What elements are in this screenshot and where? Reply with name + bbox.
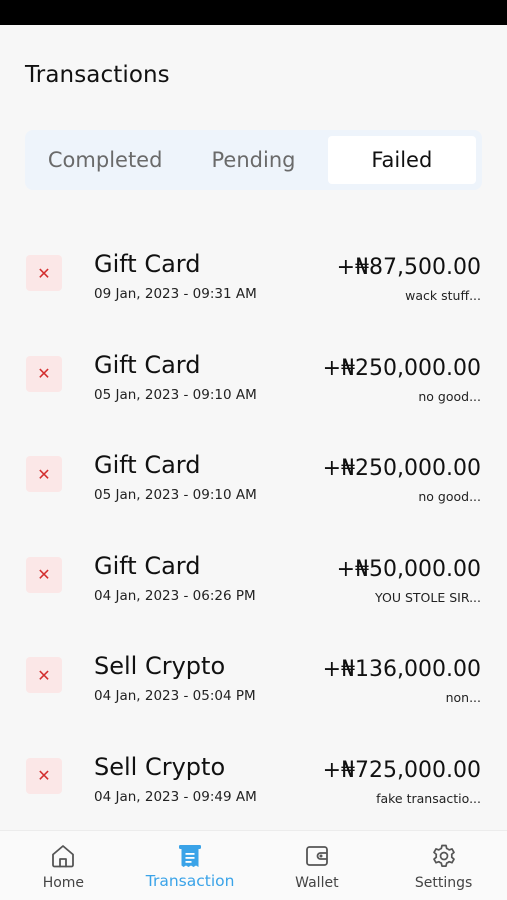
page-title: Transactions xyxy=(25,62,170,88)
transaction-row[interactable]: ✕ Gift Card 05 Jan, 2023 - 09:10 AM +₦25… xyxy=(0,431,507,532)
transaction-note: no good... xyxy=(418,489,481,504)
transaction-date: 05 Jan, 2023 - 09:10 AM xyxy=(94,386,257,403)
gear-icon xyxy=(430,842,458,870)
home-icon xyxy=(49,842,77,870)
transaction-amount: +₦136,000.00 xyxy=(322,657,481,682)
status-bar xyxy=(0,0,507,25)
tab-failed[interactable]: Failed xyxy=(327,136,476,184)
transaction-row[interactable]: ✕ Sell Crypto 04 Jan, 2023 - 05:04 PM +₦… xyxy=(0,632,507,733)
transaction-date: 04 Jan, 2023 - 09:49 AM xyxy=(94,788,257,805)
nav-home-label: Home xyxy=(42,875,85,891)
transaction-date: 04 Jan, 2023 - 06:26 PM xyxy=(94,587,256,604)
transaction-date: 09 Jan, 2023 - 09:31 AM xyxy=(94,286,257,302)
transaction-title: Gift Card xyxy=(94,551,201,580)
transaction-amount: +₦250,000.00 xyxy=(322,456,481,481)
transaction-note: non... xyxy=(445,690,481,705)
transaction-title: Gift Card xyxy=(94,250,201,278)
close-icon: ✕ xyxy=(26,556,62,593)
nav-wallet[interactable]: Wallet xyxy=(254,831,381,900)
tab-pending[interactable]: Pending xyxy=(179,136,327,184)
transaction-amount: +₦50,000.00 xyxy=(336,556,481,582)
transaction-amount: +₦87,500.00 xyxy=(336,255,481,280)
receipt-icon xyxy=(176,842,204,870)
bottom-nav: Home Transaction Wallet Settings xyxy=(0,830,507,900)
transaction-row[interactable]: ✕ Gift Card 09 Jan, 2023 - 09:31 AM +₦87… xyxy=(0,230,507,331)
transaction-row[interactable]: ✕ Sell Crypto 04 Jan, 2023 - 09:49 AM +₦… xyxy=(0,733,507,834)
transaction-list: ✕ Gift Card 09 Jan, 2023 - 09:31 AM +₦87… xyxy=(0,230,507,833)
nav-wallet-label: Wallet xyxy=(295,875,339,891)
status-tabs: Completed Pending Failed xyxy=(25,130,482,190)
transaction-row[interactable]: ✕ Gift Card 05 Jan, 2023 - 09:10 AM +₦25… xyxy=(0,331,507,432)
nav-settings-label: Settings xyxy=(414,875,473,891)
wallet-icon xyxy=(303,842,331,870)
transaction-title: Sell Crypto xyxy=(94,752,226,781)
transaction-row[interactable]: ✕ Gift Card 04 Jan, 2023 - 06:26 PM +₦50… xyxy=(0,532,507,633)
transaction-title: Gift Card xyxy=(94,350,201,379)
transaction-date: 05 Jan, 2023 - 09:10 AM xyxy=(94,487,257,503)
transaction-date: 04 Jan, 2023 - 05:04 PM xyxy=(94,688,256,704)
transaction-title: Gift Card xyxy=(94,451,201,479)
transaction-title: Sell Crypto xyxy=(94,652,226,680)
nav-transaction[interactable]: Transaction xyxy=(127,831,254,900)
transaction-note: no good... xyxy=(418,388,481,404)
transaction-note: YOU STOLE SIR... xyxy=(375,589,481,605)
nav-settings[interactable]: Settings xyxy=(380,831,507,900)
close-icon: ✕ xyxy=(26,255,62,291)
close-icon: ✕ xyxy=(26,757,62,794)
close-icon: ✕ xyxy=(26,456,62,492)
transaction-amount: +₦725,000.00 xyxy=(322,757,481,783)
transaction-amount: +₦250,000.00 xyxy=(322,355,481,381)
close-icon: ✕ xyxy=(26,657,62,693)
transaction-note: fake transactio... xyxy=(376,790,481,806)
close-icon: ✕ xyxy=(26,355,62,392)
nav-home[interactable]: Home xyxy=(0,831,127,900)
transaction-note: wack stuff... xyxy=(405,288,481,303)
nav-transaction-label: Transaction xyxy=(145,872,235,890)
tab-completed[interactable]: Completed xyxy=(31,136,179,184)
